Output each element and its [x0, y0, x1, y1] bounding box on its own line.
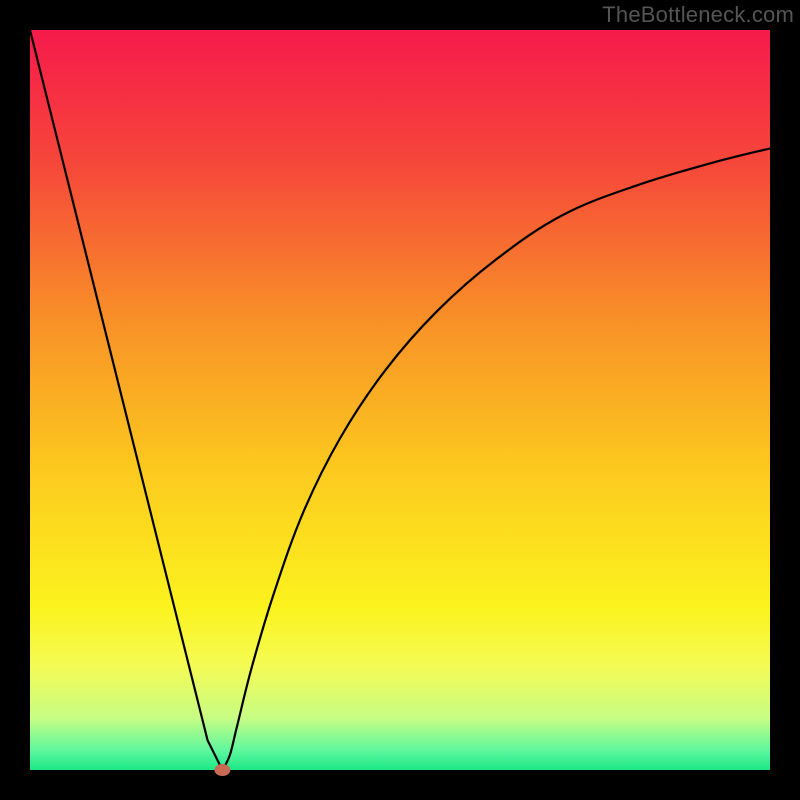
optimal-point-marker: [214, 764, 230, 776]
chart-container: TheBottleneck.com: [0, 0, 800, 800]
plot-background: [30, 30, 770, 770]
bottleneck-chart: [0, 0, 800, 800]
watermark-text: TheBottleneck.com: [602, 2, 794, 28]
